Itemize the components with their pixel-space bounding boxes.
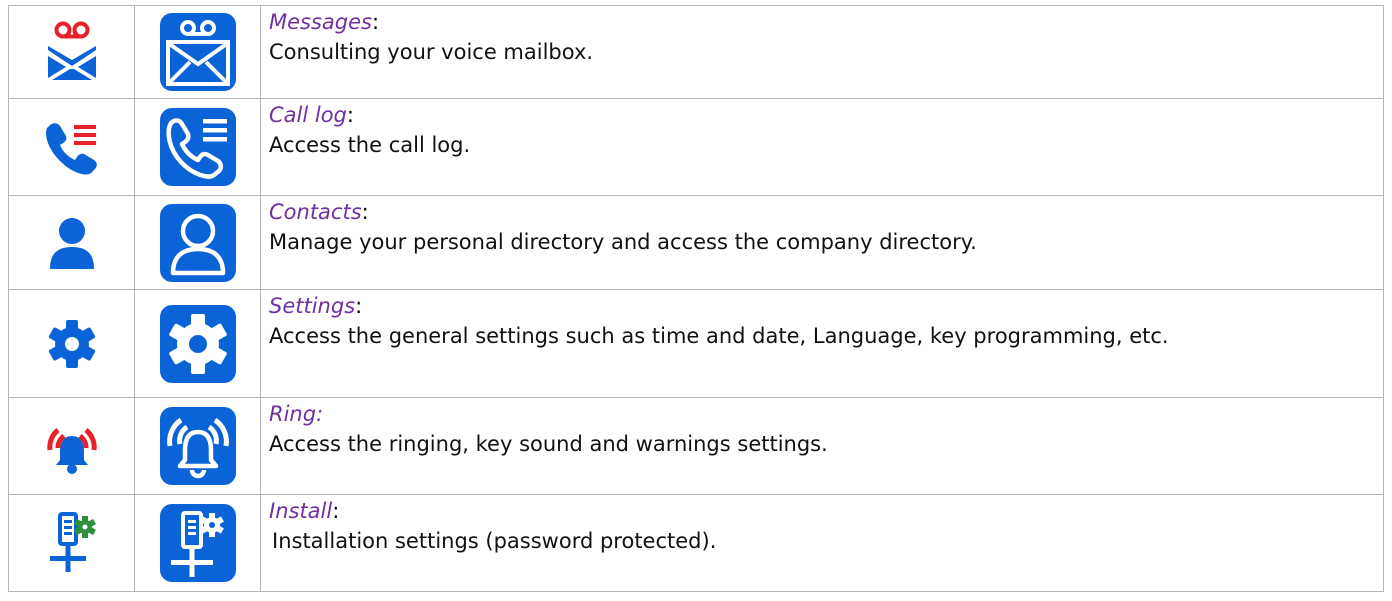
table-row: Install: Installation settings (password… [8, 494, 1384, 592]
contact-person-key-icon [159, 203, 236, 282]
feature-name: Call log [269, 103, 347, 127]
small-icon-cell [8, 5, 135, 99]
small-icon-cell [8, 98, 135, 196]
table-row: Contacts: Manage your personal directory… [8, 195, 1384, 290]
feature-name: Ring: [269, 402, 324, 426]
feature-description: Access the call log. [269, 133, 471, 157]
small-icon-cell [8, 494, 135, 592]
feature-name: Settings [269, 294, 356, 318]
feature-description: Manage your personal directory and acces… [269, 230, 977, 254]
ringing-bell-key-icon [159, 407, 236, 485]
gear-key-icon [159, 304, 236, 383]
feature-description: Consulting your voice mailbox. [269, 40, 594, 64]
table-row: Ring: Access the ringing, key sound and … [8, 397, 1384, 495]
key-icon-cell [134, 494, 261, 592]
key-icon-cell [134, 195, 261, 290]
table-row: Settings: Access the general settings su… [8, 289, 1384, 398]
key-icon-cell [134, 397, 261, 495]
key-icon-cell [134, 98, 261, 196]
small-icon-cell [8, 289, 135, 398]
small-icon-cell [8, 195, 135, 290]
feature-name: Install [269, 499, 333, 523]
install-network-key-icon [159, 504, 236, 582]
name-colon: : [371, 10, 380, 34]
feature-description: Installation settings (password protecte… [272, 529, 717, 553]
description-cell: Install: Installation settings (password… [260, 494, 1384, 592]
call-log-key-icon [159, 108, 236, 186]
feature-description: Access the ringing, key sound and warnin… [269, 432, 828, 456]
feature-name: Messages [269, 10, 372, 34]
key-icon-cell [134, 289, 261, 398]
feature-description: Access the general settings such as time… [269, 324, 1169, 348]
description-cell: Contacts: Manage your personal directory… [260, 195, 1384, 290]
name-colon: : [332, 499, 340, 523]
table-row: Call log: Access the call log. [8, 98, 1384, 196]
description-cell: Call log: Access the call log. [260, 98, 1384, 196]
call-log-icon [45, 123, 97, 175]
feature-name: Contacts [269, 200, 362, 224]
voicemail-envelope-key-icon [159, 13, 236, 91]
name-colon: : [361, 200, 369, 224]
small-icon-cell [8, 397, 135, 495]
voicemail-envelope-icon [47, 21, 96, 80]
gear-icon [48, 319, 95, 368]
table-row: Messages: Consulting your voice mailbox. [8, 5, 1384, 99]
key-icon-cell [134, 5, 261, 99]
name-colon: : [355, 294, 363, 318]
ringing-bell-icon [46, 428, 97, 474]
name-colon: : [346, 103, 354, 127]
install-network-icon [49, 512, 96, 572]
description-cell: Settings: Access the general settings su… [260, 289, 1384, 398]
feature-table: Messages: Consulting your voice mailbox. [8, 5, 1384, 592]
description-cell: Messages: Consulting your voice mailbox. [260, 5, 1384, 99]
contact-person-icon [49, 217, 94, 269]
description-cell: Ring: Access the ringing, key sound and … [260, 397, 1384, 495]
